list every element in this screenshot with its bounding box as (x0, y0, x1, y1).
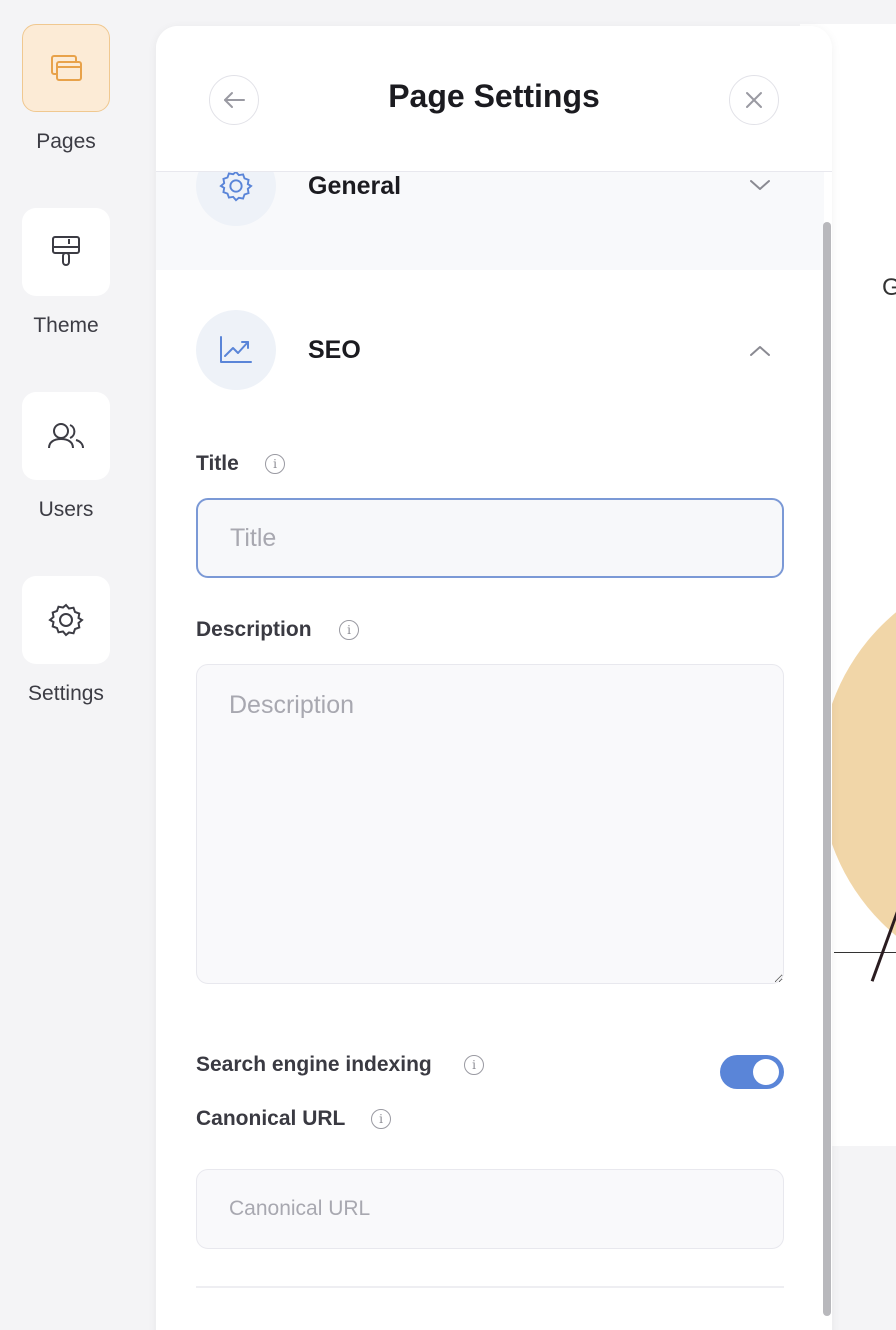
chevron-up-icon[interactable] (748, 344, 772, 358)
title-input[interactable] (196, 498, 784, 578)
description-label: Description (196, 618, 312, 641)
preview-text: G (882, 274, 896, 301)
sidebar-item-label: Pages (36, 130, 96, 153)
canonical-url-label: Canonical URL (196, 1107, 346, 1130)
info-icon[interactable]: i (339, 620, 359, 640)
preview-illustration-line (834, 952, 896, 953)
gear-icon (219, 170, 253, 202)
pages-button[interactable] (22, 24, 110, 112)
general-section-title: General (308, 172, 402, 200)
seo-section-icon (196, 310, 276, 390)
search-indexing-toggle[interactable] (720, 1055, 784, 1089)
users-button[interactable] (22, 392, 110, 480)
info-icon[interactable]: i (265, 454, 285, 474)
close-icon (746, 92, 762, 108)
toggle-knob (753, 1059, 779, 1085)
search-indexing-label: Search engine indexing (196, 1053, 432, 1076)
page-settings-panel: Page Settings General SEO Title i Title … (156, 26, 832, 1330)
settings-button[interactable] (22, 576, 110, 664)
section-divider (196, 1286, 784, 1288)
section-general[interactable]: General (156, 146, 824, 270)
gear-icon (48, 603, 84, 637)
sidebar-item-label: Theme (33, 314, 99, 337)
chevron-down-icon[interactable] (748, 178, 772, 192)
theme-button[interactable] (22, 208, 110, 296)
title-label: Title (196, 452, 239, 475)
canonical-url-input[interactable] (196, 1169, 784, 1249)
users-icon (48, 423, 84, 449)
close-button[interactable] (729, 75, 779, 125)
paint-roller-icon (52, 236, 80, 266)
sidebar: Pages Theme Users Settings (0, 0, 132, 1330)
info-icon[interactable]: i (464, 1055, 484, 1075)
sidebar-item-theme[interactable]: Theme (22, 208, 110, 337)
info-icon[interactable]: i (371, 1109, 391, 1129)
pages-icon (51, 55, 82, 81)
trending-chart-icon (220, 336, 252, 363)
sidebar-item-pages[interactable]: Pages (22, 24, 110, 153)
sidebar-item-settings[interactable]: Settings (22, 576, 110, 705)
seo-section-title: SEO (308, 336, 361, 364)
sidebar-item-label: Settings (28, 682, 104, 705)
description-textarea[interactable] (196, 664, 784, 984)
panel-header: Page Settings (156, 26, 832, 172)
sidebar-item-users[interactable]: Users (22, 392, 110, 521)
sidebar-item-label: Users (38, 498, 94, 521)
panel-scrollbar-thumb[interactable] (823, 222, 831, 1316)
